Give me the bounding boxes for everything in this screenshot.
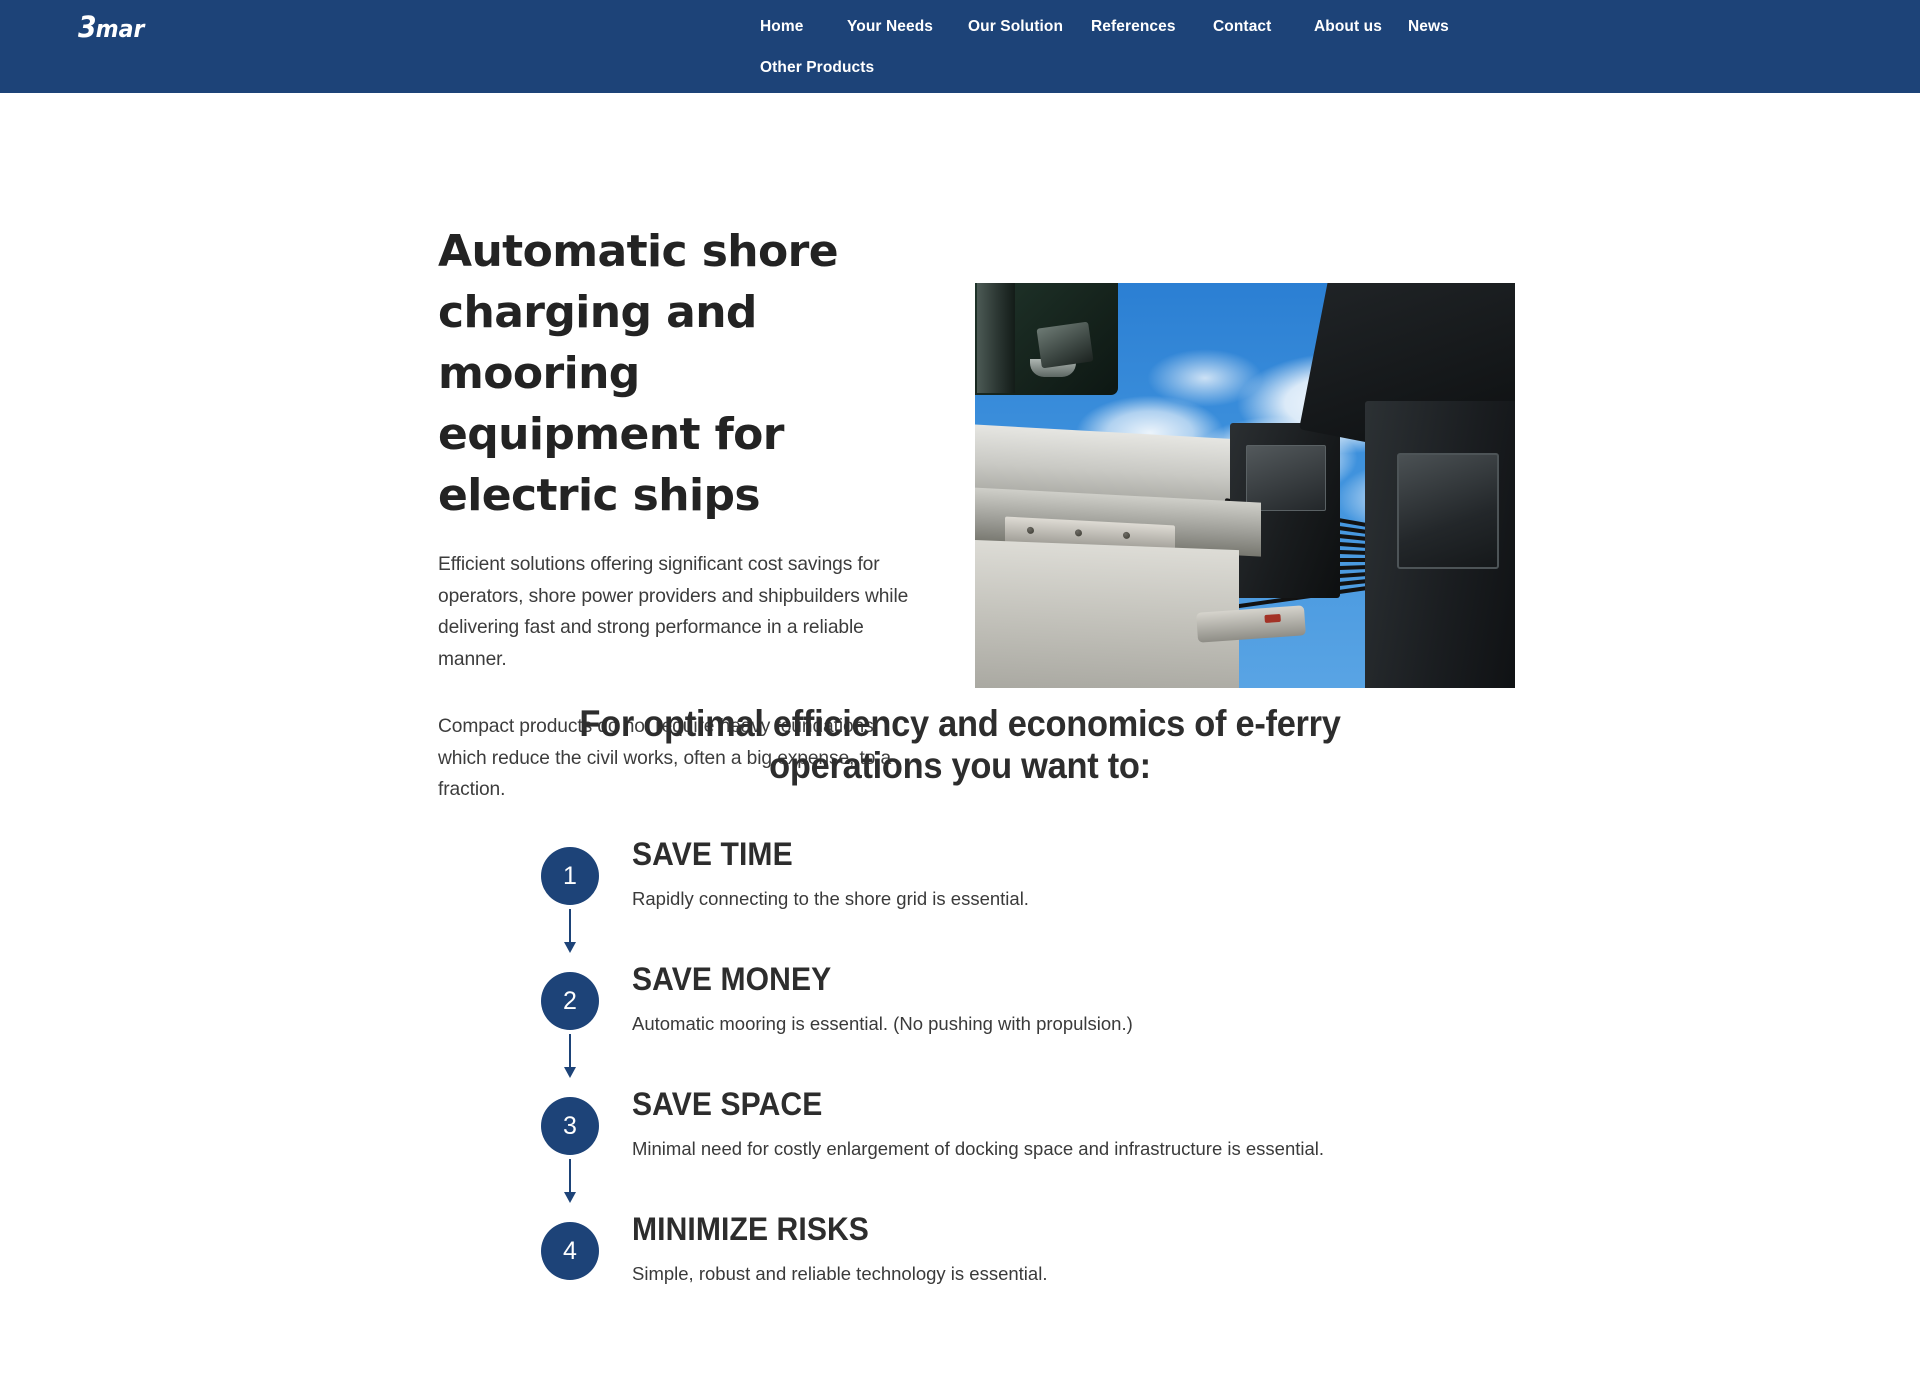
step-badge-column: 1	[540, 834, 600, 953]
photo-right-cabinet	[1365, 401, 1515, 688]
nav-item-references[interactable]: References	[1091, 12, 1213, 42]
arrow-down-icon	[563, 1034, 577, 1082]
nav-item-contact[interactable]: Contact	[1213, 12, 1314, 42]
arrow-down-icon	[563, 1159, 577, 1207]
arrow-down-icon	[563, 909, 577, 957]
hero-photo	[975, 283, 1515, 688]
photo-green-equipment	[975, 283, 1118, 395]
step-body: MINIMIZE RISKS Simple, robust and reliab…	[600, 1209, 1047, 1288]
site-header: 3mar Home Your Needs Our Solution Refere…	[0, 0, 1920, 93]
step-heading: SAVE SPACE	[632, 1086, 823, 1122]
hero-section: Automatic shore charging and mooring equ…	[0, 93, 1920, 800]
nav-item-our-solution[interactable]: Our Solution	[968, 12, 1091, 42]
step-number-badge: 4	[541, 1222, 599, 1280]
step-heading: MINIMIZE RISKS	[632, 1211, 869, 1247]
hero-paragraph-1: Efficient solutions offering significant…	[438, 554, 909, 670]
step-heading: SAVE MONEY	[632, 961, 832, 997]
benefits-section: For optimal efficiency and economics of …	[0, 703, 1920, 1334]
page-title: Automatic shore charging and mooring equ…	[438, 226, 839, 521]
main-navigation: Home Your Needs Our Solution References …	[760, 0, 1760, 82]
list-item: 4 MINIMIZE RISKS Simple, robust and reli…	[540, 1209, 1460, 1334]
logo-text-3: 3	[78, 10, 97, 44]
nav-row-secondary: Other Products	[760, 53, 1760, 83]
nav-item-your-needs[interactable]: Your Needs	[847, 12, 968, 42]
step-number-badge: 2	[541, 972, 599, 1030]
nav-item-home[interactable]: Home	[760, 12, 847, 42]
step-description: Minimal need for costly enlargement of d…	[632, 1138, 1325, 1159]
benefits-heading: For optimal efficiency and economics of …	[579, 703, 1341, 786]
site-logo[interactable]: 3mar	[78, 10, 144, 44]
nav-row-primary: Home Your Needs Our Solution References …	[760, 12, 1760, 42]
step-body: SAVE SPACE Minimal need for costly enlar…	[600, 1084, 1324, 1163]
step-number-badge: 1	[541, 847, 599, 905]
photo-green-hook	[1030, 359, 1076, 377]
photo-green-post	[977, 283, 1015, 393]
step-number-badge: 3	[541, 1097, 599, 1155]
step-description: Automatic mooring is essential. (No push…	[632, 1013, 1133, 1034]
step-badge-column: 2	[540, 959, 600, 1078]
list-item: 2 SAVE MONEY Automatic mooring is essent…	[540, 959, 1460, 1084]
step-body: SAVE TIME Rapidly connecting to the shor…	[600, 834, 1029, 913]
step-description: Simple, robust and reliable technology i…	[632, 1263, 1048, 1284]
step-badge-column: 3	[540, 1084, 600, 1203]
step-badge-column: 4	[540, 1209, 600, 1280]
step-heading: SAVE TIME	[632, 836, 793, 872]
logo-text-mar: mar	[95, 15, 145, 43]
list-item: 3 SAVE SPACE Minimal need for costly enl…	[540, 1084, 1460, 1209]
nav-item-about-us[interactable]: About us	[1314, 12, 1408, 42]
step-body: SAVE MONEY Automatic mooring is essentia…	[600, 959, 1133, 1038]
nav-item-other-products[interactable]: Other Products	[760, 53, 874, 83]
benefits-step-list: 1 SAVE TIME Rapidly connecting to the sh…	[460, 834, 1460, 1334]
list-item: 1 SAVE TIME Rapidly connecting to the sh…	[540, 834, 1460, 959]
step-description: Rapidly connecting to the shore grid is …	[632, 888, 1029, 909]
nav-item-news[interactable]: News	[1408, 12, 1468, 42]
